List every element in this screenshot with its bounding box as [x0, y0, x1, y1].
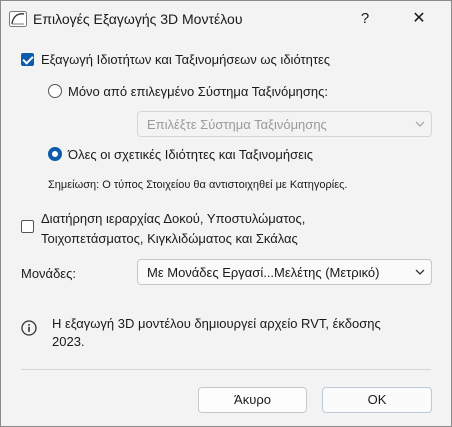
- classification-system-dropdown[interactable]: Επιλέξτε Σύστημα Ταξινόμησης: [137, 111, 432, 137]
- close-button[interactable]: ✕: [409, 9, 429, 29]
- classification-system-dropdown-value: Επιλέξτε Σύστημα Ταξινόμησης: [147, 117, 327, 132]
- export-3d-options-dialog: Επιλογές Εξαγωγής 3D Μοντέλου ? ✕ Εξαγωγ…: [0, 0, 452, 427]
- keep-hierarchy-label-line1[interactable]: Διατήρηση ιεραρχίας Δοκού, Υποστυλώματος…: [41, 211, 305, 226]
- dialog-title: Επιλογές Εξαγωγής 3D Μοντέλου: [33, 11, 243, 27]
- radio-selected-classification-system-label[interactable]: Μόνο από επιλεγμένο Σύστημα Ταξινόμησης:: [68, 84, 328, 99]
- keep-hierarchy-label-line2[interactable]: Τοιχοπετάσματος, Κιγκλιδώματος και Σκάλα…: [41, 231, 298, 246]
- cancel-button[interactable]: Άκυρο: [198, 387, 307, 413]
- help-button[interactable]: ?: [355, 9, 375, 29]
- keep-hierarchy-checkbox[interactable]: [21, 220, 34, 233]
- chevron-down-icon: [415, 269, 425, 275]
- radio-selected-classification-system[interactable]: [48, 84, 62, 98]
- separator: [21, 369, 431, 370]
- info-icon: [21, 320, 37, 336]
- element-type-note: Σημείωση: Ο τύπος Στοιχείου θα αντιστοιχ…: [48, 179, 348, 191]
- export-properties-label[interactable]: Εξαγωγή Ιδιοτήτων και Ταξινομήσεων ως ιδ…: [41, 52, 330, 67]
- radio-all-properties-label[interactable]: Όλες οι σχετικές Ιδιότητες και Ταξινομήσ…: [68, 147, 313, 162]
- units-label: Μονάδες:: [21, 266, 76, 281]
- archicad-app-icon: [9, 11, 27, 27]
- chevron-down-icon: [415, 121, 425, 127]
- info-text-line1: Η εξαγωγή 3D μοντέλου δημιουργεί αρχείο …: [52, 316, 381, 331]
- ok-button[interactable]: OK: [322, 387, 432, 413]
- info-text-line2: 2023.: [52, 334, 85, 349]
- units-dropdown[interactable]: Με Μονάδες Εργασί...Μελέτης (Μετρικό): [137, 259, 432, 285]
- title-bar[interactable]: Επιλογές Εξαγωγής 3D Μοντέλου ? ✕: [1, 1, 451, 37]
- radio-all-properties[interactable]: [48, 147, 62, 161]
- export-properties-checkbox[interactable]: [21, 53, 34, 66]
- units-dropdown-value: Με Μονάδες Εργασί...Μελέτης (Μετρικό): [147, 265, 380, 280]
